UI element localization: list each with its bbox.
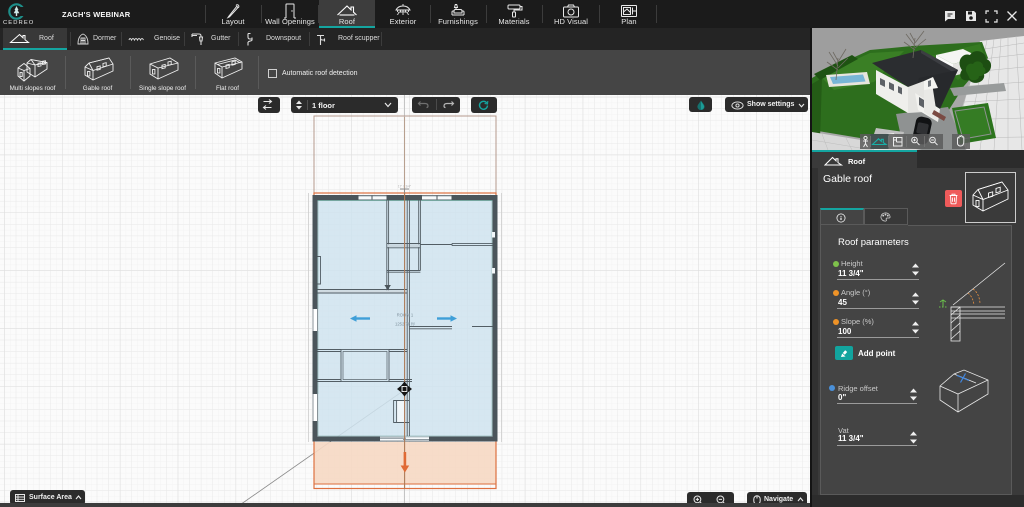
svg-text:ROOM 1: ROOM 1 <box>397 313 414 318</box>
svg-text:17' 7 3/4": 17' 7 3/4" <box>398 185 411 189</box>
svg-text:1252.78 ft²: 1252.78 ft² <box>395 322 416 327</box>
